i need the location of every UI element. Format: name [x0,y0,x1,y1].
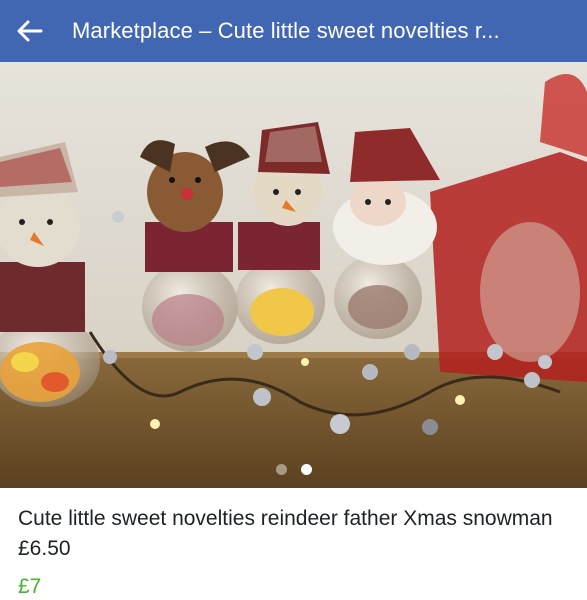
page-title: Marketplace – Cute little sweet noveltie… [72,18,500,43]
listing-photo[interactable] [0,62,587,488]
listing-price: £7 [18,575,42,598]
carousel-dot-active[interactable] [300,463,312,475]
top-bar: Marketplace – Cute little sweet noveltie… [0,0,587,62]
back-button[interactable] [2,0,58,62]
listing-title: Cute little sweet novelties reindeer fat… [18,507,553,560]
listing-details: Cute little sweet novelties reindeer fat… [18,504,573,600]
arrow-left-icon [17,20,43,42]
carousel-dot[interactable] [275,463,287,475]
carousel-indicator [0,462,587,476]
